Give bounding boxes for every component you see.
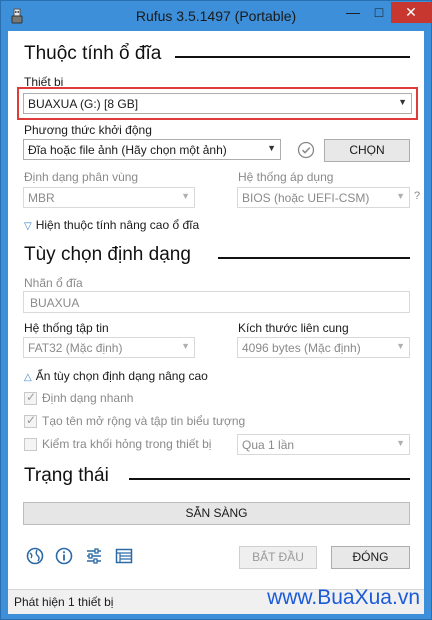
file-system-label: Hệ thống tập tin [24,321,109,335]
target-system-label: Hệ thống áp dụng [238,170,334,184]
volume-label-input[interactable]: BUAXUA [23,291,410,313]
extended-label-checkbox[interactable]: ✓ [24,413,37,428]
chevron-down-icon: ▼ [396,438,405,448]
close-button[interactable]: ĐÓNG [331,546,410,569]
chevron-down-icon: ▼ [267,143,276,153]
show-advanced-drive-toggle[interactable]: ▽ Hiện thuộc tính nâng cao ổ đĩa [24,218,199,232]
settings-sliders-icon[interactable] [84,546,104,566]
file-system-dropdown[interactable]: FAT32 (Mặc định) ▼ [23,337,195,358]
passes-dropdown[interactable]: Qua 1 lần ▼ [237,434,410,455]
cluster-size-label: Kích thước liên cung [238,321,349,335]
drive-properties-heading: Thuộc tính ổ đĩa [24,43,162,64]
passes-value: Qua 1 lần [242,438,295,452]
partition-scheme-dropdown[interactable]: MBR ▼ [23,187,195,208]
extended-label-label: Tạo tên mở rộng và tập tin biểu tượng [42,414,246,428]
checkmark-icon: ✓ [26,390,37,404]
quick-format-checkbox[interactable]: ✓ [24,390,37,405]
target-system-value: BIOS (hoặc UEFI-CSM) [242,191,370,205]
bad-blocks-checkbox[interactable] [24,438,37,451]
chevron-down-icon: ▼ [396,191,405,201]
quick-format-label: Định dạng nhanh [42,391,134,405]
status-bar: Phát hiện 1 thiết bị www.BuaXua.vn [8,586,424,614]
hide-advanced-format-toggle[interactable]: △ Ẩn tùy chọn định dạng nâng cao [24,369,208,383]
boot-selection-dropdown[interactable]: Đĩa hoặc file ảnh (Hãy chọn một ảnh) ▼ [23,139,281,160]
chevron-down-icon: ▼ [398,97,407,107]
chevron-down-icon: ▼ [181,191,190,201]
title-bar[interactable]: Rufus 3.5.1497 (Portable) — □ ✕ [1,1,431,31]
progress-bar: SẴN SÀNG [23,502,410,525]
maximize-button[interactable]: □ [366,2,392,23]
file-system-value: FAT32 (Mặc định) [28,341,123,355]
target-help-icon[interactable]: ? [414,190,420,202]
minimize-button[interactable]: — [340,2,366,23]
chevron-up-icon: △ [24,372,32,383]
status-bar-text: Phát hiện 1 thiết bị [14,595,114,609]
device-dropdown[interactable]: BUAXUA (G:) [8 GB] ▼ [23,93,412,114]
partition-scheme-label: Định dạng phân vùng [24,170,139,184]
select-image-button[interactable]: CHỌN [324,139,410,162]
section-divider [218,257,410,259]
format-options-heading: Tùy chọn định dạng [24,244,191,265]
volume-label-label: Nhãn ổ đĩa [24,276,83,290]
boot-selection-value: Đĩa hoặc file ảnh (Hãy chọn một ảnh) [28,143,227,157]
rufus-window: Rufus 3.5.1497 (Portable) — □ ✕ Thuộc tí… [0,0,432,620]
show-advanced-drive-label: Hiện thuộc tính nâng cao ổ đĩa [35,218,200,232]
boot-selection-label: Phương thức khởi động [24,123,152,137]
start-button[interactable]: BẮT ĐẦU [239,546,317,569]
client-area: Thuộc tính ổ đĩa Thiết bị BUAXUA (G:) [8… [8,31,424,614]
globe-icon[interactable] [25,546,45,566]
watermark-text: www.BuaXua.vn [267,586,420,609]
volume-label-value: BUAXUA [30,296,80,310]
target-system-dropdown[interactable]: BIOS (hoặc UEFI-CSM) ▼ [237,187,410,208]
device-value: BUAXUA (G:) [8 GB] [28,97,139,111]
hide-advanced-format-label: Ẩn tùy chọn định dạng nâng cao [35,369,208,383]
section-divider [129,478,410,480]
cluster-size-dropdown[interactable]: 4096 bytes (Mặc định) ▼ [237,337,410,358]
info-icon[interactable] [54,546,74,566]
bad-blocks-label: Kiểm tra khối hỏng trong thiết bị [42,437,212,451]
chevron-down-icon: ▼ [396,341,405,351]
verify-check-icon[interactable] [296,140,316,160]
status-heading: Trạng thái [24,465,109,486]
close-window-button[interactable]: ✕ [391,2,431,23]
chevron-down-icon: ▼ [181,341,190,351]
chevron-down-icon: ▽ [24,221,32,232]
checkmark-icon: ✓ [26,413,37,427]
section-divider [175,56,410,58]
log-table-icon[interactable] [114,546,134,566]
partition-scheme-value: MBR [28,191,55,205]
cluster-size-value: 4096 bytes (Mặc định) [242,341,361,355]
